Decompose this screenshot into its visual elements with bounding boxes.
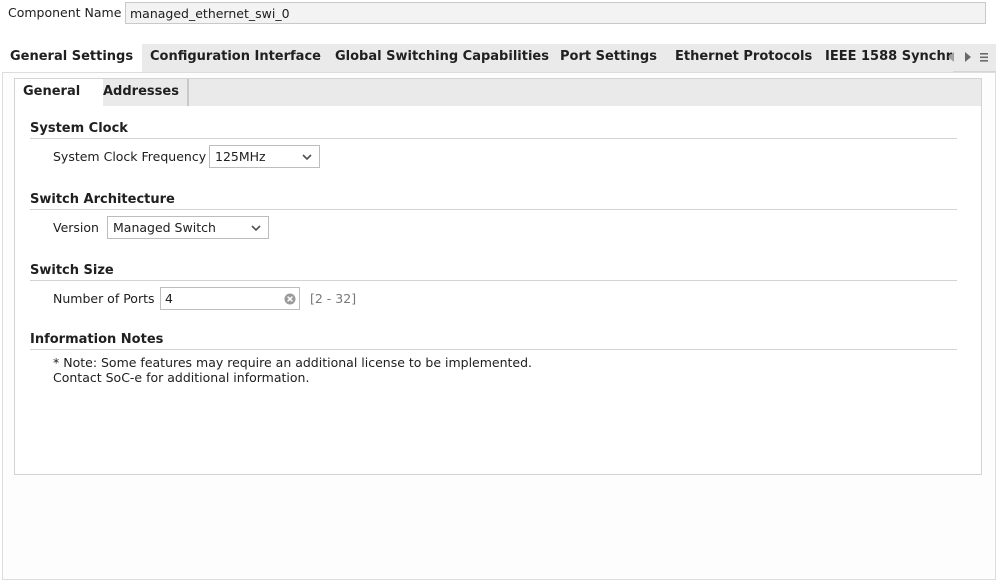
system-clock-frequency-select[interactable]: 125MHz: [209, 145, 320, 168]
menu-icon[interactable]: [979, 51, 989, 63]
version-label: Version: [53, 220, 99, 235]
component-name-input[interactable]: [125, 2, 986, 24]
section-title-system-clock: System Clock: [30, 121, 128, 136]
tab-separator: [187, 79, 189, 106]
note-line-1: * Note: Some features may require an add…: [53, 355, 533, 370]
chevron-right-icon[interactable]: [964, 51, 972, 63]
section-divider: [30, 280, 957, 281]
inner-tab-bar: General Addresses: [15, 79, 981, 106]
section-divider: [30, 349, 957, 350]
tab-port-settings[interactable]: Port Settings: [552, 44, 677, 72]
version-select[interactable]: Managed Switch: [107, 216, 269, 239]
section-divider: [30, 209, 957, 210]
version-value: Managed Switch: [113, 220, 216, 235]
tab-global-switching-capabilities[interactable]: Global Switching Capabilities: [327, 44, 562, 72]
tab-addresses[interactable]: Addresses: [95, 79, 195, 106]
component-name-label: Component Name: [8, 5, 122, 20]
number-of-ports-label: Number of Ports: [53, 291, 155, 306]
system-clock-frequency-label: System Clock Frequency: [53, 149, 207, 164]
outer-tab-bar: General Settings Configuration Interface…: [2, 44, 996, 72]
tab-general-settings[interactable]: General Settings: [2, 44, 150, 72]
tab-configuration-interface[interactable]: Configuration Interface: [142, 44, 337, 72]
tab-ieee-1588-synchro[interactable]: IEEE 1588 Synchro: [817, 44, 953, 72]
tab-general[interactable]: General: [15, 79, 103, 106]
clear-icon[interactable]: [284, 293, 296, 305]
tab-ethernet-protocols[interactable]: Ethernet Protocols: [667, 44, 827, 72]
chevron-down-icon: [251, 225, 261, 232]
number-of-ports-range: [2 - 32]: [310, 291, 357, 306]
chevron-left-icon[interactable]: [947, 51, 955, 63]
system-clock-frequency-value: 125MHz: [215, 149, 266, 164]
number-of-ports-value: 4: [165, 291, 173, 306]
section-title-switch-size: Switch Size: [30, 263, 114, 278]
note-line-2: Contact SoC-e for additional information…: [53, 370, 310, 385]
section-title-information-notes: Information Notes: [30, 332, 164, 347]
chevron-down-icon: [302, 154, 312, 161]
section-title-switch-architecture: Switch Architecture: [30, 192, 175, 207]
number-of-ports-input[interactable]: 4: [160, 287, 300, 310]
section-divider: [30, 138, 957, 139]
